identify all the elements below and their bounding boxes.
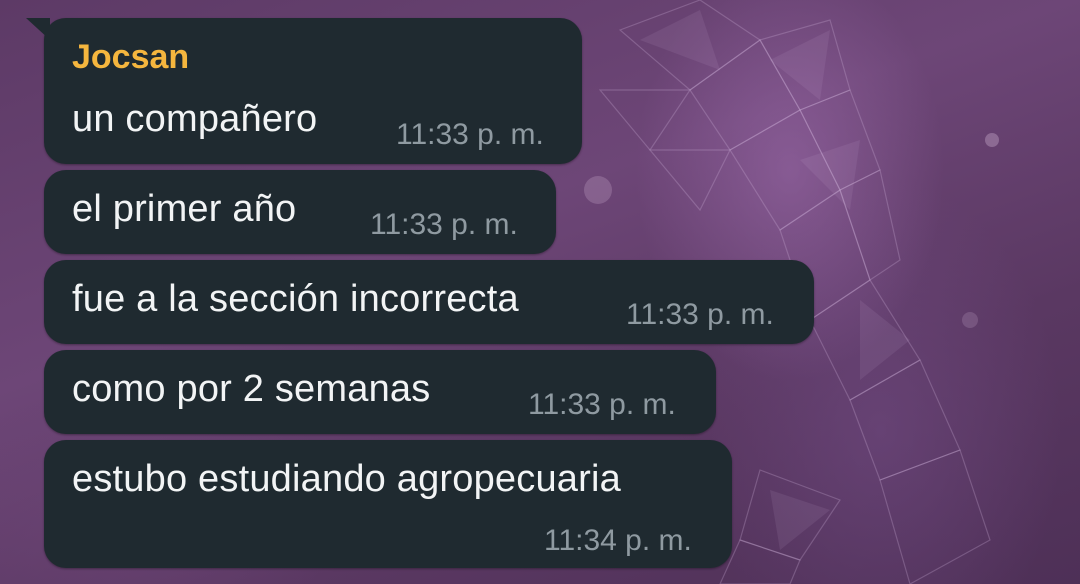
message-text: un compañero — [72, 98, 318, 140]
bubble-tail — [26, 18, 50, 40]
message-bubble[interactable]: el primer año 11:33 p. m. — [44, 170, 556, 254]
message-timestamp: 11:33 p. m. — [528, 388, 676, 421]
message-bubble[interactable]: Jocsan un compañero 11:33 p. m. — [44, 18, 582, 164]
message-text: fue a la sección incorrecta — [72, 278, 519, 320]
message-bubble[interactable]: como por 2 semanas 11:33 p. m. — [44, 350, 716, 434]
message-timestamp: 11:33 p. m. — [370, 208, 518, 241]
message-text: estubo estudiando agropecuaria — [72, 458, 621, 500]
chat-message-list: Jocsan un compañero 11:33 p. m. el prime… — [0, 0, 1080, 584]
sender-name[interactable]: Jocsan — [72, 38, 189, 77]
message-timestamp: 11:34 p. m. — [544, 524, 692, 557]
message-bubble[interactable]: fue a la sección incorrecta 11:33 p. m. — [44, 260, 814, 344]
message-text: como por 2 semanas — [72, 368, 431, 410]
message-timestamp: 11:33 p. m. — [626, 298, 774, 331]
message-bubble[interactable]: estubo estudiando agropecuaria 11:34 p. … — [44, 440, 732, 568]
message-text: el primer año — [72, 188, 297, 230]
message-timestamp: 11:33 p. m. — [396, 118, 544, 151]
